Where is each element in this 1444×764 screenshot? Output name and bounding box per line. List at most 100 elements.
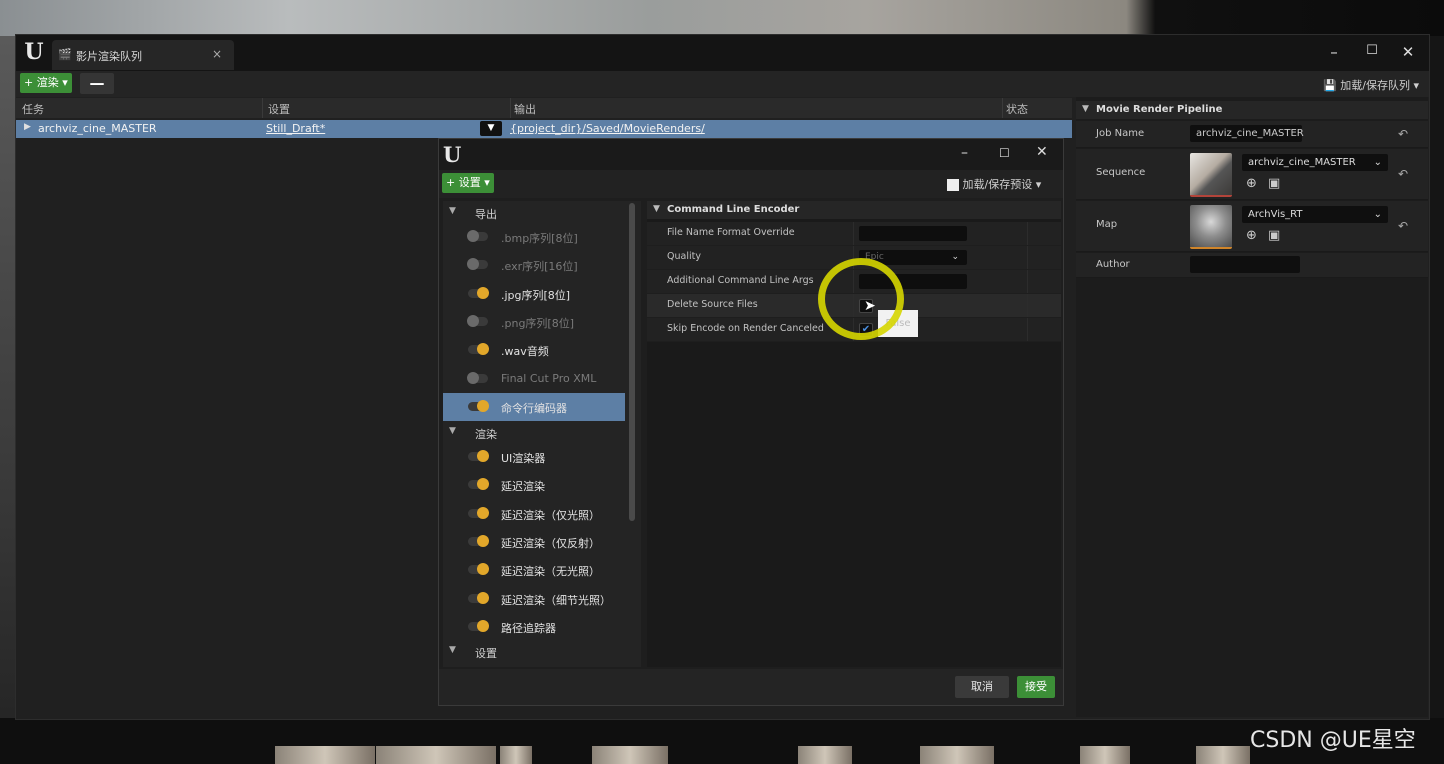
add-setting-button[interactable]: + 设置 ▾ (442, 173, 494, 193)
add-render-button[interactable]: + 渲染 ▾ (20, 73, 72, 93)
author-field[interactable] (1190, 256, 1300, 273)
enable-toggle[interactable] (467, 314, 488, 327)
enable-toggle[interactable] (467, 258, 488, 271)
list-item[interactable]: .wav音频 (443, 336, 625, 364)
enable-toggle[interactable] (468, 478, 489, 491)
column-header-status[interactable]: 状态 (1006, 101, 1028, 117)
reset-icon[interactable]: ↶ (1398, 127, 1408, 141)
column-divider[interactable] (510, 98, 511, 118)
enable-toggle[interactable] (467, 371, 488, 384)
output-dropdown-button[interactable]: ▼ (480, 121, 502, 136)
remove-job-button[interactable]: — (80, 73, 114, 94)
list-item-label: UI渲染器 (501, 452, 546, 465)
dropdown-arrow-icon: ▾ (1413, 79, 1419, 92)
list-item[interactable]: 延迟渲染（仅光照） (443, 500, 625, 528)
list-item[interactable]: 路径追踪器 (443, 613, 625, 641)
map-combo[interactable]: ArchVis_RT ⌄ (1242, 206, 1388, 223)
settings-preset-link[interactable]: Still_Draft* (266, 122, 325, 135)
cancel-button[interactable]: 取消 (955, 676, 1009, 698)
toggle-knob (467, 314, 479, 327)
list-item[interactable]: 延迟渲染（细节光照） (443, 585, 625, 613)
map-thumbnail (1190, 205, 1232, 249)
dialog-titlebar[interactable]: U – ☐ ✕ (439, 139, 1063, 170)
close-tab-icon[interactable]: × (212, 47, 222, 61)
category-label: 设置 (475, 647, 497, 660)
job-name-field[interactable]: archviz_cine_MASTER (1190, 125, 1304, 142)
collapse-arrow-icon[interactable]: ▼ (1082, 104, 1089, 114)
list-scrollbar[interactable] (629, 203, 635, 521)
output-path-link[interactable]: {project_dir}/Saved/MovieRenders/ (510, 122, 705, 135)
column-divider[interactable] (262, 98, 263, 118)
enable-toggle[interactable] (468, 343, 489, 356)
column-divider (1027, 222, 1028, 245)
toggle-knob (477, 286, 489, 299)
list-item[interactable]: Final Cut Pro XML (443, 365, 625, 393)
job-name-label: Job Name (1096, 128, 1145, 139)
render-items: UI渲染器延迟渲染延迟渲染（仅光照） 延迟渲染（仅反射） 延迟渲染（无光照） 延迟渲染… (443, 443, 625, 643)
enable-toggle[interactable] (468, 399, 489, 412)
column-header-job[interactable]: 任务 (22, 101, 44, 117)
details-section-header[interactable]: ▼ Command Line Encoder (647, 201, 1061, 219)
enable-toggle[interactable] (468, 450, 489, 462)
column-header-settings[interactable]: 设置 (268, 101, 290, 117)
queue-column-headers: 任务 设置 输出 状态 (16, 98, 1072, 118)
collapse-arrow-icon[interactable]: ▼ (449, 426, 456, 436)
maximize-button[interactable]: ☐ (999, 146, 1010, 160)
enable-toggle[interactable] (468, 591, 489, 604)
load-save-queue-button[interactable]: 💾 加载/保存队列 ▾ (1323, 77, 1419, 93)
collapse-arrow-icon[interactable]: ▼ (449, 206, 456, 216)
column-divider[interactable] (1002, 98, 1003, 118)
list-item[interactable]: .jpg序列[8位] (443, 280, 625, 308)
close-window-button[interactable]: ✕ (1398, 43, 1418, 61)
browse-to-asset-icon[interactable]: ⊕ (1246, 228, 1257, 243)
maximize-button[interactable]: ☐ (1362, 43, 1382, 58)
tab-title: 影片渲染队列 (76, 50, 142, 63)
list-item-label: 延迟渲染（细节光照） (501, 593, 611, 607)
list-item[interactable]: .exr序列[16位] (443, 251, 625, 279)
list-item-label: 延迟渲染 (501, 480, 545, 494)
use-selected-asset-icon[interactable]: ▣ (1268, 228, 1280, 243)
collapse-arrow-icon[interactable]: ▼ (449, 645, 456, 655)
enable-toggle[interactable] (468, 619, 489, 632)
mouse-cursor-icon: ➤ (864, 298, 876, 314)
window-titlebar[interactable]: U 🎬 影片渲染队列 × – ☐ ✕ (16, 35, 1429, 71)
chevron-down-icon: ⌄ (951, 252, 959, 262)
list-item-label: 延迟渲染（仅光照） (501, 508, 600, 522)
category-header-settings[interactable]: ▼ 设置 (443, 642, 625, 662)
enable-toggle[interactable] (468, 506, 489, 519)
job-name-cell: archviz_cine_MASTER (38, 122, 157, 135)
enable-toggle[interactable] (468, 563, 489, 576)
close-dialog-button[interactable]: ✕ (1036, 144, 1048, 160)
category-header-export[interactable]: ▼ 导出 (443, 203, 625, 223)
column-header-output[interactable]: 输出 (514, 101, 536, 117)
column-divider[interactable] (853, 222, 854, 245)
enable-toggle[interactable] (467, 230, 488, 242)
category-header-render[interactable]: ▼ 渲染 (443, 423, 625, 443)
list-item[interactable]: 命令行编码器 (443, 392, 625, 421)
accept-button[interactable]: 接受 (1017, 676, 1055, 698)
collapse-arrow-icon[interactable]: ▼ (653, 204, 660, 214)
list-item[interactable]: .png序列[8位] (443, 308, 625, 336)
queue-toolbar: + 渲染 ▾ — 💾 加载/保存队列 ▾ (16, 71, 1429, 97)
list-item[interactable]: 延迟渲染 (443, 471, 625, 499)
expand-arrow-icon[interactable]: ▶ (24, 122, 31, 132)
minimize-button[interactable]: – (1324, 43, 1344, 61)
list-item[interactable]: 延迟渲染（仅反射） (443, 528, 625, 556)
details-section-header[interactable]: ▼ Movie Render Pipeline (1076, 101, 1428, 119)
use-selected-asset-icon[interactable]: ▣ (1268, 176, 1280, 191)
reset-icon[interactable]: ↶ (1398, 219, 1408, 233)
sequence-combo[interactable]: archviz_cine_MASTER ⌄ (1242, 154, 1388, 171)
file-name-format-override-field[interactable] (859, 226, 967, 241)
reset-icon[interactable]: ↶ (1398, 167, 1408, 181)
table-row[interactable]: ▶ archviz_cine_MASTER Still_Draft* ▼ {pr… (16, 120, 1072, 138)
list-item[interactable]: 延迟渲染（无光照） (443, 556, 625, 584)
enable-toggle[interactable] (468, 534, 489, 547)
tab-movie-render-queue[interactable]: 🎬 影片渲染队列 × (52, 40, 234, 70)
list-item[interactable]: UI渲染器 (443, 443, 625, 471)
list-item[interactable]: .bmp序列[8位] (443, 223, 625, 251)
minimize-button[interactable]: – (961, 145, 968, 161)
browse-to-asset-icon[interactable]: ⊕ (1246, 176, 1257, 191)
filmstrip-thumb (376, 746, 496, 764)
load-save-preset-button[interactable]: 加载/保存预设 ▾ (947, 176, 1041, 192)
enable-toggle[interactable] (468, 286, 489, 299)
